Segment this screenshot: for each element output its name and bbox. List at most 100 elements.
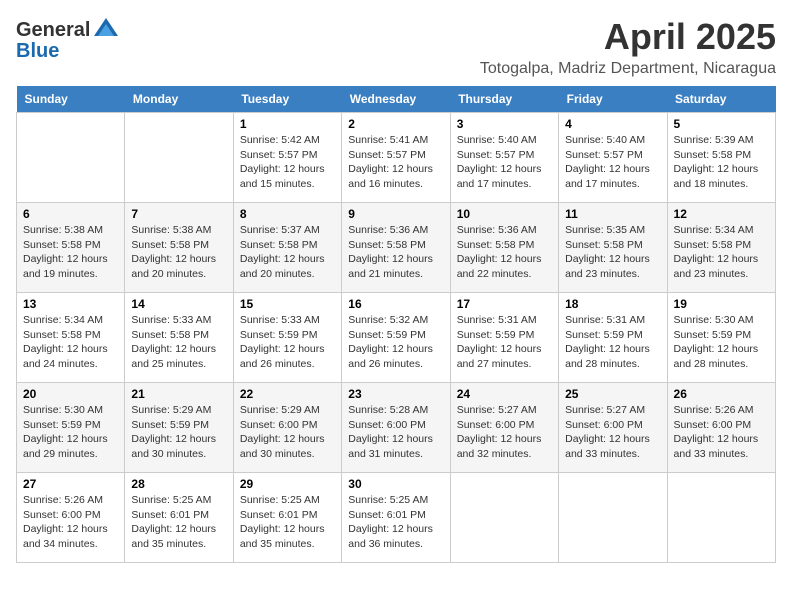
day-info: Sunrise: 5:30 AM Sunset: 5:59 PM Dayligh… (674, 313, 769, 372)
day-cell: 9 Sunrise: 5:36 AM Sunset: 5:58 PM Daylig… (342, 203, 450, 293)
day-info: Sunrise: 5:35 AM Sunset: 5:58 PM Dayligh… (565, 223, 660, 282)
month-title: April 2025 (480, 16, 776, 58)
day-info: Sunrise: 5:26 AM Sunset: 6:00 PM Dayligh… (23, 493, 118, 552)
day-cell: 22 Sunrise: 5:29 AM Sunset: 6:00 PM Dayli… (233, 383, 341, 473)
day-info: Sunrise: 5:33 AM Sunset: 5:58 PM Dayligh… (131, 313, 226, 372)
day-number: 8 (240, 207, 335, 221)
day-info: Sunrise: 5:33 AM Sunset: 5:59 PM Dayligh… (240, 313, 335, 372)
weekday-header-sunday: Sunday (17, 86, 125, 113)
day-cell: 25 Sunrise: 5:27 AM Sunset: 6:00 PM Dayli… (559, 383, 667, 473)
week-row-2: 6 Sunrise: 5:38 AM Sunset: 5:58 PM Daylig… (17, 203, 776, 293)
day-number: 21 (131, 387, 226, 401)
day-number: 5 (674, 117, 769, 131)
day-info: Sunrise: 5:36 AM Sunset: 5:58 PM Dayligh… (457, 223, 552, 282)
day-cell: 21 Sunrise: 5:29 AM Sunset: 5:59 PM Dayli… (125, 383, 233, 473)
day-number: 11 (565, 207, 660, 221)
day-number: 18 (565, 297, 660, 311)
day-number: 6 (23, 207, 118, 221)
day-info: Sunrise: 5:32 AM Sunset: 5:59 PM Dayligh… (348, 313, 443, 372)
location-title: Totogalpa, Madriz Department, Nicaragua (480, 60, 776, 78)
day-number: 22 (240, 387, 335, 401)
day-cell (17, 113, 125, 203)
day-info: Sunrise: 5:25 AM Sunset: 6:01 PM Dayligh… (240, 493, 335, 552)
weekday-header-tuesday: Tuesday (233, 86, 341, 113)
logo-blue: Blue (16, 40, 59, 63)
day-cell: 1 Sunrise: 5:42 AM Sunset: 5:57 PM Daylig… (233, 113, 341, 203)
day-cell (559, 473, 667, 563)
day-number: 16 (348, 297, 443, 311)
day-info: Sunrise: 5:36 AM Sunset: 5:58 PM Dayligh… (348, 223, 443, 282)
day-info: Sunrise: 5:31 AM Sunset: 5:59 PM Dayligh… (457, 313, 552, 372)
day-info: Sunrise: 5:42 AM Sunset: 5:57 PM Dayligh… (240, 133, 335, 192)
week-row-3: 13Sunrise: 5:34 AM Sunset: 5:58 PM Dayli… (17, 293, 776, 383)
day-cell: 18 Sunrise: 5:31 AM Sunset: 5:59 PM Dayli… (559, 293, 667, 383)
day-info: Sunrise: 5:38 AM Sunset: 5:58 PM Dayligh… (23, 223, 118, 282)
day-info: Sunrise: 5:27 AM Sunset: 6:00 PM Dayligh… (457, 403, 552, 462)
day-info: Sunrise: 5:31 AM Sunset: 5:59 PM Dayligh… (565, 313, 660, 372)
day-info: Sunrise: 5:40 AM Sunset: 5:57 PM Dayligh… (457, 133, 552, 192)
day-number: 27 (23, 477, 118, 491)
day-number: 23 (348, 387, 443, 401)
day-info: Sunrise: 5:25 AM Sunset: 6:01 PM Dayligh… (131, 493, 226, 552)
week-row-5: 27 Sunrise: 5:26 AM Sunset: 6:00 PM Dayli… (17, 473, 776, 563)
day-info: Sunrise: 5:37 AM Sunset: 5:58 PM Dayligh… (240, 223, 335, 282)
day-cell: 19 Sunrise: 5:30 AM Sunset: 5:59 PM Dayli… (667, 293, 775, 383)
day-cell (125, 113, 233, 203)
header: General Blue April 2025 Totogalpa, Madri… (16, 16, 776, 78)
day-cell: 3 Sunrise: 5:40 AM Sunset: 5:57 PM Daylig… (450, 113, 558, 203)
day-info: Sunrise: 5:29 AM Sunset: 6:00 PM Dayligh… (240, 403, 335, 462)
week-row-1: 1 Sunrise: 5:42 AM Sunset: 5:57 PM Daylig… (17, 113, 776, 203)
day-cell: 30Sunrise: 5:25 AM Sunset: 6:01 PM Dayli… (342, 473, 450, 563)
day-cell: 24Sunrise: 5:27 AM Sunset: 6:00 PM Dayli… (450, 383, 558, 473)
week-row-4: 20 Sunrise: 5:30 AM Sunset: 5:59 PM Dayli… (17, 383, 776, 473)
day-number: 30 (348, 477, 443, 491)
day-cell: 6 Sunrise: 5:38 AM Sunset: 5:58 PM Daylig… (17, 203, 125, 293)
day-cell: 27 Sunrise: 5:26 AM Sunset: 6:00 PM Dayli… (17, 473, 125, 563)
logo-icon (92, 16, 120, 44)
day-info: Sunrise: 5:29 AM Sunset: 5:59 PM Dayligh… (131, 403, 226, 462)
day-cell: 13Sunrise: 5:34 AM Sunset: 5:58 PM Dayli… (17, 293, 125, 383)
day-info: Sunrise: 5:41 AM Sunset: 5:57 PM Dayligh… (348, 133, 443, 192)
day-info: Sunrise: 5:34 AM Sunset: 5:58 PM Dayligh… (674, 223, 769, 282)
logo-general: General (16, 19, 90, 42)
day-cell: 23 Sunrise: 5:28 AM Sunset: 6:00 PM Dayli… (342, 383, 450, 473)
calendar-table: SundayMondayTuesdayWednesdayThursdayFrid… (16, 86, 776, 563)
weekday-header-row: SundayMondayTuesdayWednesdayThursdayFrid… (17, 86, 776, 113)
day-number: 15 (240, 297, 335, 311)
day-number: 2 (348, 117, 443, 131)
day-info: Sunrise: 5:27 AM Sunset: 6:00 PM Dayligh… (565, 403, 660, 462)
day-info: Sunrise: 5:39 AM Sunset: 5:58 PM Dayligh… (674, 133, 769, 192)
weekday-header-friday: Friday (559, 86, 667, 113)
day-info: Sunrise: 5:38 AM Sunset: 5:58 PM Dayligh… (131, 223, 226, 282)
day-cell (667, 473, 775, 563)
day-number: 3 (457, 117, 552, 131)
day-number: 17 (457, 297, 552, 311)
day-cell: 28Sunrise: 5:25 AM Sunset: 6:01 PM Dayli… (125, 473, 233, 563)
day-cell: 15 Sunrise: 5:33 AM Sunset: 5:59 PM Dayli… (233, 293, 341, 383)
day-cell: 29 Sunrise: 5:25 AM Sunset: 6:01 PM Dayli… (233, 473, 341, 563)
day-cell: 11 Sunrise: 5:35 AM Sunset: 5:58 PM Dayli… (559, 203, 667, 293)
day-info: Sunrise: 5:40 AM Sunset: 5:57 PM Dayligh… (565, 133, 660, 192)
day-cell: 7 Sunrise: 5:38 AM Sunset: 5:58 PM Daylig… (125, 203, 233, 293)
weekday-header-monday: Monday (125, 86, 233, 113)
weekday-header-saturday: Saturday (667, 86, 775, 113)
day-number: 4 (565, 117, 660, 131)
day-number: 19 (674, 297, 769, 311)
title-area: April 2025 Totogalpa, Madriz Department,… (480, 16, 776, 78)
day-cell: 4 Sunrise: 5:40 AM Sunset: 5:57 PM Daylig… (559, 113, 667, 203)
day-cell: 10 Sunrise: 5:36 AM Sunset: 5:58 PM Dayli… (450, 203, 558, 293)
logo: General Blue (16, 16, 120, 63)
weekday-header-thursday: Thursday (450, 86, 558, 113)
day-number: 9 (348, 207, 443, 221)
day-number: 1 (240, 117, 335, 131)
day-info: Sunrise: 5:30 AM Sunset: 5:59 PM Dayligh… (23, 403, 118, 462)
day-cell: 17 Sunrise: 5:31 AM Sunset: 5:59 PM Dayli… (450, 293, 558, 383)
day-info: Sunrise: 5:28 AM Sunset: 6:00 PM Dayligh… (348, 403, 443, 462)
day-number: 25 (565, 387, 660, 401)
day-cell: 5 Sunrise: 5:39 AM Sunset: 5:58 PM Daylig… (667, 113, 775, 203)
day-number: 20 (23, 387, 118, 401)
day-number: 10 (457, 207, 552, 221)
day-number: 7 (131, 207, 226, 221)
day-number: 29 (240, 477, 335, 491)
day-cell (450, 473, 558, 563)
